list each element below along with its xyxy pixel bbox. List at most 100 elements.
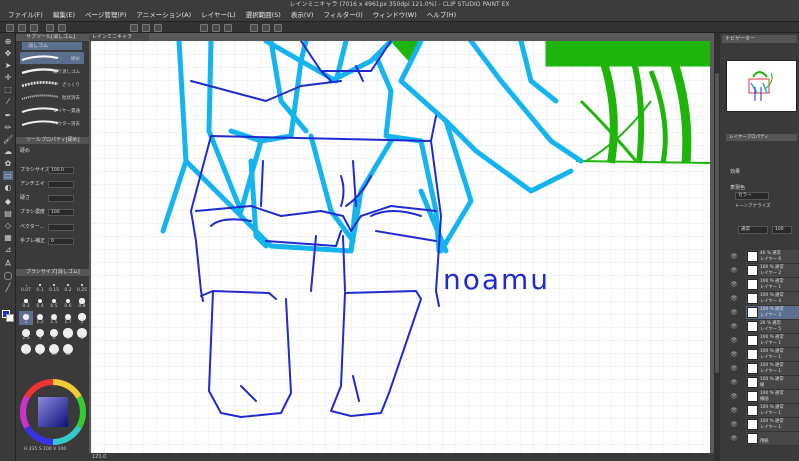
transform-icon[interactable] [154, 24, 162, 32]
brush-size-option[interactable]: 0.2 [61, 279, 75, 293]
layer-visibility-eye-icon[interactable]: 👁 [730, 435, 738, 443]
brush-size-option[interactable]: 5 [61, 327, 75, 341]
antialias-row[interactable]: アンチエイ [20, 180, 86, 189]
move-tool-icon[interactable]: ✥ [3, 49, 13, 58]
decoration-tool-icon[interactable]: ✿ [3, 159, 13, 168]
new-file-icon[interactable] [6, 24, 14, 32]
brush-size-option[interactable]: 0.8 [75, 295, 89, 309]
operation-tool-icon[interactable]: ➤ [3, 61, 13, 70]
brush-size-option[interactable]: 7 [19, 343, 33, 357]
brush-size-option[interactable]: 6 [75, 327, 89, 341]
layer-row[interactable]: 100 % 通常 レイヤー 2 [746, 264, 799, 278]
opacity-input[interactable]: 100 [772, 226, 792, 234]
brush-item[interactable]: 粒状消去 [20, 91, 84, 103]
brush-size-option[interactable]: 0.1 [33, 279, 47, 293]
hardness-row[interactable]: 硬さ [20, 194, 86, 203]
blend-mode-select[interactable]: 通常 [738, 226, 768, 234]
brush-density-row[interactable]: ブラシ濃度 100 [20, 208, 86, 217]
stabilization-value[interactable]: 0 [48, 238, 74, 245]
layer-row[interactable]: 26 % 通常 レイヤー 5 [746, 320, 799, 334]
brush-size-option[interactable]: 0.25 [75, 279, 89, 293]
layer-row[interactable]: 100 % 通常 レイヤー 1 [746, 278, 799, 292]
brush-size-option[interactable]: 1.2 [33, 311, 47, 325]
layer-row[interactable]: 100 % 通常 レイヤー 1 [746, 418, 799, 432]
stabilization-row[interactable]: 手ブレ補正 0 [20, 237, 86, 246]
layer-visibility-eye-icon[interactable]: 👁 [730, 421, 738, 429]
brush-size-option[interactable]: 0.5 [47, 295, 61, 309]
scrollbar-thumb[interactable] [715, 73, 719, 373]
pencil-tool-icon[interactable]: ✏ [3, 123, 13, 132]
menu-page[interactable]: ページ管理(P) [85, 9, 126, 21]
layer-row[interactable]: 100 % 通常 線画 [746, 390, 799, 404]
layer-row[interactable]: 100 % 通常線 [746, 376, 799, 390]
layer-row[interactable]: 100 % 通常 レイヤー 1 [746, 348, 799, 362]
ruler-tool-icon[interactable]: ⊿ [3, 245, 13, 254]
brush-size-option[interactable]: 10 [47, 343, 61, 357]
text-tool-icon[interactable]: A [3, 259, 13, 268]
brush-size-option[interactable]: 1.5 [47, 311, 61, 325]
brush-item[interactable]: レイヤー貫通 [20, 104, 84, 116]
color-wheel[interactable] [19, 378, 87, 446]
brush-size-option[interactable]: 4 [47, 327, 61, 341]
background-color-swatch[interactable] [6, 314, 14, 322]
layer-row[interactable]: 100 % 通常 レイヤー 1 [746, 362, 799, 376]
snap-ruler-icon[interactable] [250, 24, 258, 32]
menu-help[interactable]: ヘルプ(H) [427, 9, 456, 21]
layer-visibility-eye-icon[interactable]: 👁 [730, 393, 738, 401]
gradient-tool-icon[interactable]: ▤ [3, 209, 13, 218]
pen-tool-icon[interactable]: ✒ [3, 111, 13, 120]
brush-item[interactable]: ベクター消去 [20, 117, 84, 129]
zoom-level[interactable]: 121.0 [92, 454, 106, 460]
invert-selection-icon[interactable] [224, 24, 232, 32]
layer-row[interactable]: 用紙 [746, 432, 799, 446]
layer-visibility-eye-icon[interactable]: 👁 [730, 281, 738, 289]
brush-size-option[interactable]: 3 [33, 327, 47, 341]
brush-size-option[interactable]: 1 [19, 311, 33, 325]
brush-size-row[interactable]: ブラシサイズ 100.0 [20, 166, 86, 175]
brush-density-value[interactable]: 100 [48, 209, 74, 216]
menu-view[interactable]: 表示(V) [291, 9, 314, 21]
brush-size-option[interactable]: 2.5 [19, 327, 33, 341]
snap-grid-icon[interactable] [262, 24, 270, 32]
eyedropper-tool-icon[interactable]: ⁄ [3, 97, 13, 106]
antialias-value[interactable] [48, 181, 74, 188]
layer-visibility-eye-icon[interactable]: 👁 [730, 337, 738, 345]
undo-icon[interactable] [46, 24, 54, 32]
fill-tool-icon[interactable]: ◆ [3, 197, 13, 206]
airbrush-tool-icon[interactable]: ☁ [3, 147, 13, 156]
brush-size-option[interactable]: 12 [61, 343, 75, 357]
correct-line-tool-icon[interactable]: ╱ [3, 283, 13, 292]
balloon-tool-icon[interactable]: ◯ [3, 271, 13, 280]
layer-row[interactable]: 46 % 通常 レイヤー 6 [746, 250, 799, 264]
menu-file[interactable]: ファイル(F) [8, 9, 43, 21]
select-all-icon[interactable] [200, 24, 208, 32]
layer-row[interactable]: 100 % 通常 レイヤー 1 [746, 404, 799, 418]
selection-tool-icon[interactable]: ⬚ [3, 85, 13, 94]
sub-tool-tab[interactable]: 消しゴム [22, 42, 82, 50]
brush-size-option[interactable]: 1.7 [61, 311, 75, 325]
menu-filter[interactable]: フィルター(I) [323, 9, 362, 21]
fill-icon[interactable] [142, 24, 150, 32]
layer-visibility-eye-icon[interactable]: 👁 [730, 407, 738, 415]
move-layer-tool-icon[interactable]: ✛ [3, 73, 13, 82]
document-tab[interactable]: レインミニキャラ [89, 33, 149, 41]
layer-row[interactable]: 100 % 通常 レイヤー 1 [746, 334, 799, 348]
hardness-value[interactable] [48, 195, 74, 202]
deselect-icon[interactable] [212, 24, 220, 32]
brush-size-value[interactable]: 100.0 [48, 167, 74, 174]
brush-item[interactable]: ざっくり [20, 78, 84, 90]
snap-special-icon[interactable] [274, 24, 282, 32]
brush-size-option[interactable]: 2 [75, 311, 89, 325]
menu-layer[interactable]: レイヤー(L) [201, 9, 236, 21]
layer-visibility-eye-icon[interactable]: 👁 [730, 351, 738, 359]
layer-row[interactable]: 100 % 通常 レイヤー 3 [746, 306, 799, 320]
brush-tool-icon[interactable]: 🖌 [3, 135, 13, 144]
layer-visibility-eye-icon[interactable]: 👁 [730, 379, 738, 387]
frame-tool-icon[interactable]: ▦ [3, 233, 13, 242]
brush-item[interactable]: 練り消しゴム [20, 65, 84, 77]
menu-selection[interactable]: 選択範囲(S) [246, 9, 281, 21]
blend-tool-icon[interactable]: ◐ [3, 183, 13, 192]
brush-item[interactable]: 硬め [20, 52, 84, 64]
drawing-canvas[interactable]: noamu [91, 41, 710, 453]
layer-visibility-eye-icon[interactable]: 👁 [730, 323, 738, 331]
